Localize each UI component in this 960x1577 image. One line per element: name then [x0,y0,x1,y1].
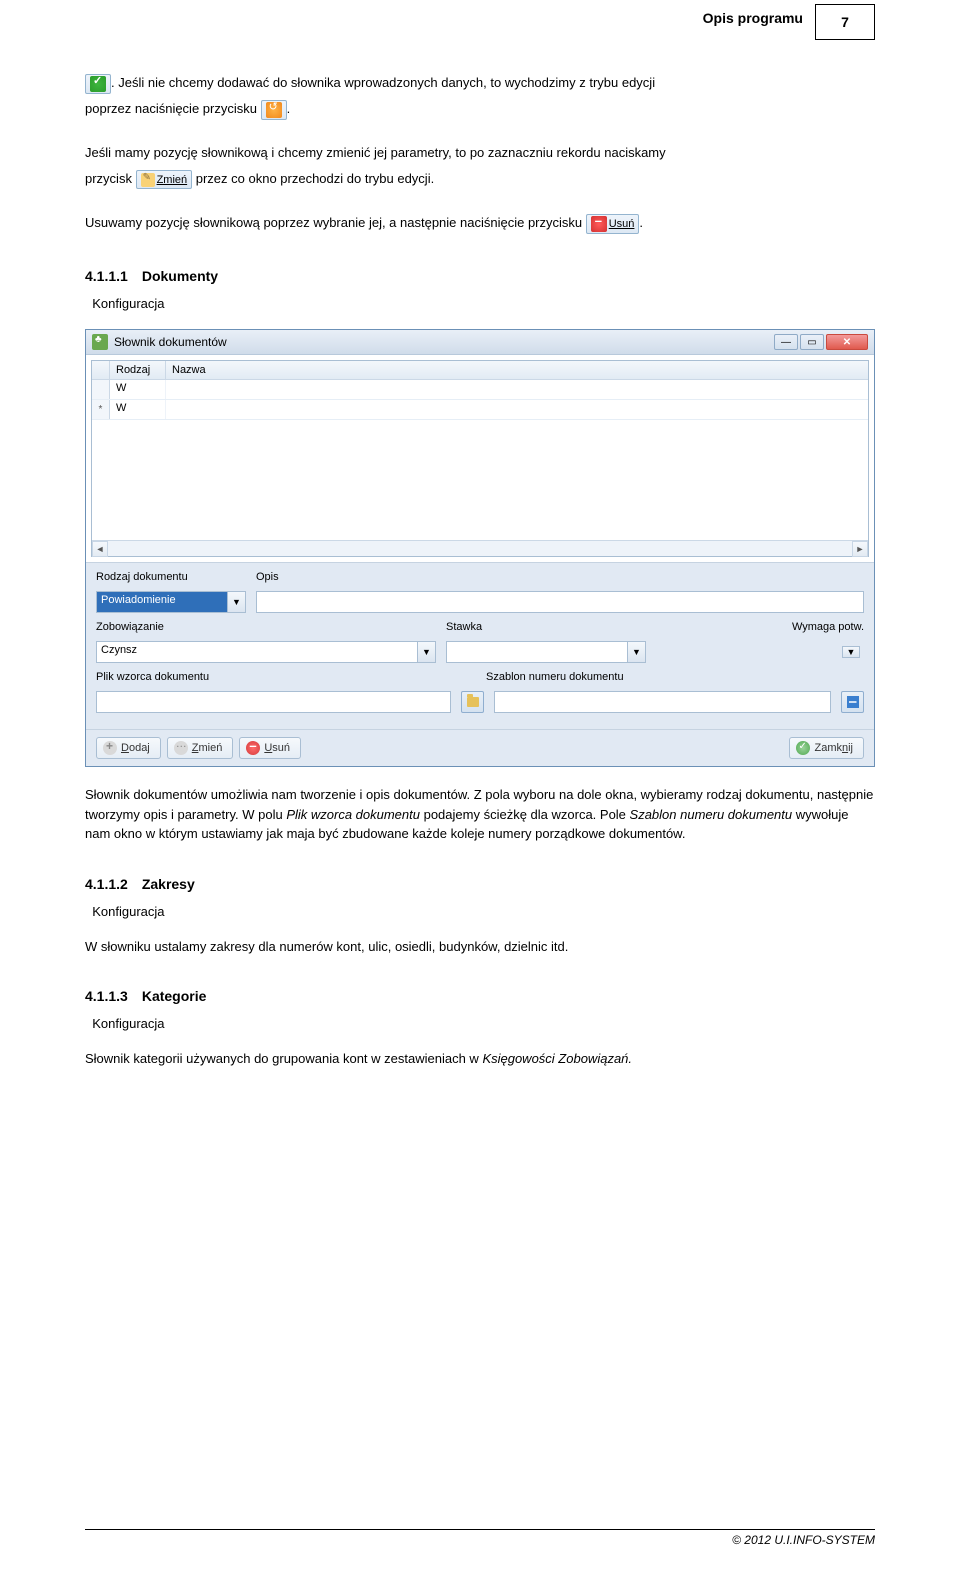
zmien-button[interactable]: Zmień [167,737,234,759]
description-zakresy: W słowniku ustalamy zakresy dla numerów … [85,937,875,957]
szablon-numeru-input[interactable] [494,691,831,713]
revert-button-inline[interactable] [261,100,287,120]
plik-wzorca-input[interactable] [96,691,451,713]
footer-copyright: © 2012 U.I.INFO-SYSTEM [85,1529,875,1547]
rodzaj-dokumentu-combo[interactable]: Powiadomienie ▼ [96,591,246,613]
label-wymaga-potw: Wymaga potw. [656,621,864,633]
scroll-right-icon[interactable]: ► [852,541,868,557]
data-grid[interactable]: Rodzaj Nazwa W * W ◄ ► [91,360,869,557]
maximize-button[interactable]: ▭ [800,334,824,350]
label-plik-wzorca: Plik wzorca dokumentu [96,671,476,683]
wymaga-potw-combo[interactable]: ▼ [842,646,864,658]
chevron-down-icon[interactable]: ▼ [628,641,646,663]
grid-icon [847,696,859,708]
grid-row[interactable]: * W [92,400,868,420]
paragraph-2: Jeśli mamy pozycję słownikową i chcemy z… [85,140,875,192]
pencil-icon [141,173,155,187]
horizontal-scrollbar[interactable]: ◄ ► [92,540,868,556]
window-title: Słownik dokumentów [114,335,774,349]
page-number: 7 [815,4,875,40]
usun-button-inline[interactable]: Usuń [586,214,640,234]
label-stawka: Stawka [446,621,646,633]
scroll-left-icon[interactable]: ◄ [92,541,108,557]
section-4111-heading: 4.1.1.1Dokumenty [85,268,875,284]
label-rodzaj-dokumentu: Rodzaj dokumentu [96,571,246,583]
bottom-toolbar: DDodajodaj Zmień Usuń Zamknij [86,729,874,766]
section-4113-bullet: Konfiguracja [85,1016,875,1031]
dodaj-button[interactable]: DDodajodaj [96,737,161,759]
app-icon [92,334,108,350]
browse-file-button[interactable] [461,691,484,713]
chevron-down-icon[interactable]: ▼ [418,641,436,663]
minimize-button[interactable]: — [774,334,798,350]
opis-input[interactable] [256,591,864,613]
chevron-down-icon[interactable]: ▼ [228,591,246,613]
paragraph-3: Usuwamy pozycję słownikową poprzez wybra… [85,210,875,236]
zobowiazanie-combo[interactable]: Czynsz ▼ [96,641,436,663]
zamknij-button[interactable]: Zamknij [789,737,864,759]
grid-row[interactable]: W [92,380,868,400]
header-title: Opis programu [703,4,803,26]
stawka-combo[interactable]: ▼ [446,641,646,663]
close-button[interactable]: ✕ [826,334,868,350]
plus-icon [103,741,117,755]
ok-icon [796,741,810,755]
revert-icon [266,102,282,118]
form-panel: Rodzaj dokumentu Opis Powiadomienie ▼ Zo… [86,562,874,729]
description-kategorie: Słownik kategorii używanych do grupowani… [85,1049,875,1069]
dictionary-window: Słownik dokumentów — ▭ ✕ Rodzaj Nazwa W [85,329,875,767]
label-zobowiazanie: Zobowiązanie [96,621,436,633]
section-4112-bullet: Konfiguracja [85,904,875,919]
col-nazwa[interactable]: Nazwa [166,361,868,379]
delete-icon [246,741,260,755]
confirm-button-inline[interactable] [85,74,111,94]
description-dokumenty: Słownik dokumentów umożliwia nam tworzen… [85,785,875,844]
section-4111-bullet: Konfiguracja [85,296,875,311]
check-icon [90,76,106,92]
label-szablon-numeru: Szablon numeru dokumentu [486,671,864,683]
minus-icon [591,216,607,232]
usun-button[interactable]: Usuń [239,737,301,759]
chevron-down-icon: ▼ [842,646,860,658]
folder-icon [467,697,479,707]
paragraph-1: . Jeśli nie chcemy dodawać do słownika w… [85,70,875,122]
label-opis: Opis [256,571,864,583]
zmien-button-inline[interactable]: Zmień [136,170,193,189]
section-4112-heading: 4.1.1.2Zakresy [85,876,875,892]
col-rodzaj[interactable]: Rodzaj [110,361,166,379]
section-4113-heading: 4.1.1.3Kategorie [85,988,875,1004]
edit-icon [174,741,188,755]
szablon-config-button[interactable] [841,691,864,713]
titlebar: Słownik dokumentów — ▭ ✕ [86,330,874,355]
